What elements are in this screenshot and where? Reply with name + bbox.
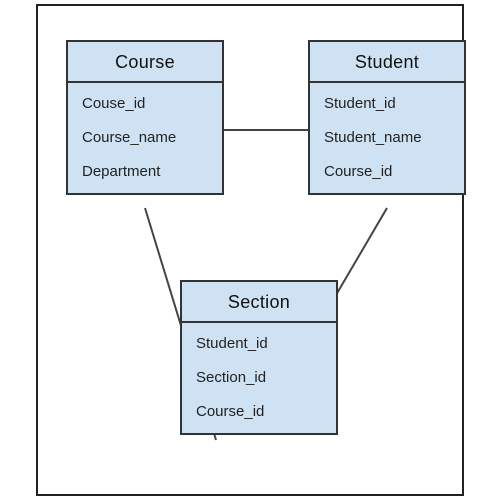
entity-section-attr: Section_id — [196, 365, 322, 387]
entity-section: Section Student_id Section_id Course_id — [180, 280, 338, 435]
entity-course-attr: Department — [82, 159, 208, 181]
entity-course-title: Course — [68, 42, 222, 83]
entity-course-attrs: Couse_id Course_name Department — [68, 83, 222, 193]
entity-section-attr: Student_id — [196, 331, 322, 353]
entity-student-title: Student — [310, 42, 464, 83]
entity-student-attr: Course_id — [324, 159, 450, 181]
entity-student-attr: Student_id — [324, 91, 450, 113]
entity-section-attrs: Student_id Section_id Course_id — [182, 323, 336, 433]
entity-section-title: Section — [182, 282, 336, 323]
entity-course-attr: Couse_id — [82, 91, 208, 113]
diagram-canvas: Course Couse_id Course_name Department S… — [0, 0, 500, 500]
entity-student: Student Student_id Student_name Course_i… — [308, 40, 466, 195]
entity-course-attr: Course_name — [82, 125, 208, 147]
entity-course: Course Couse_id Course_name Department — [66, 40, 224, 195]
entity-student-attrs: Student_id Student_name Course_id — [310, 83, 464, 193]
entity-student-attr: Student_name — [324, 125, 450, 147]
entity-section-attr: Course_id — [196, 399, 322, 421]
